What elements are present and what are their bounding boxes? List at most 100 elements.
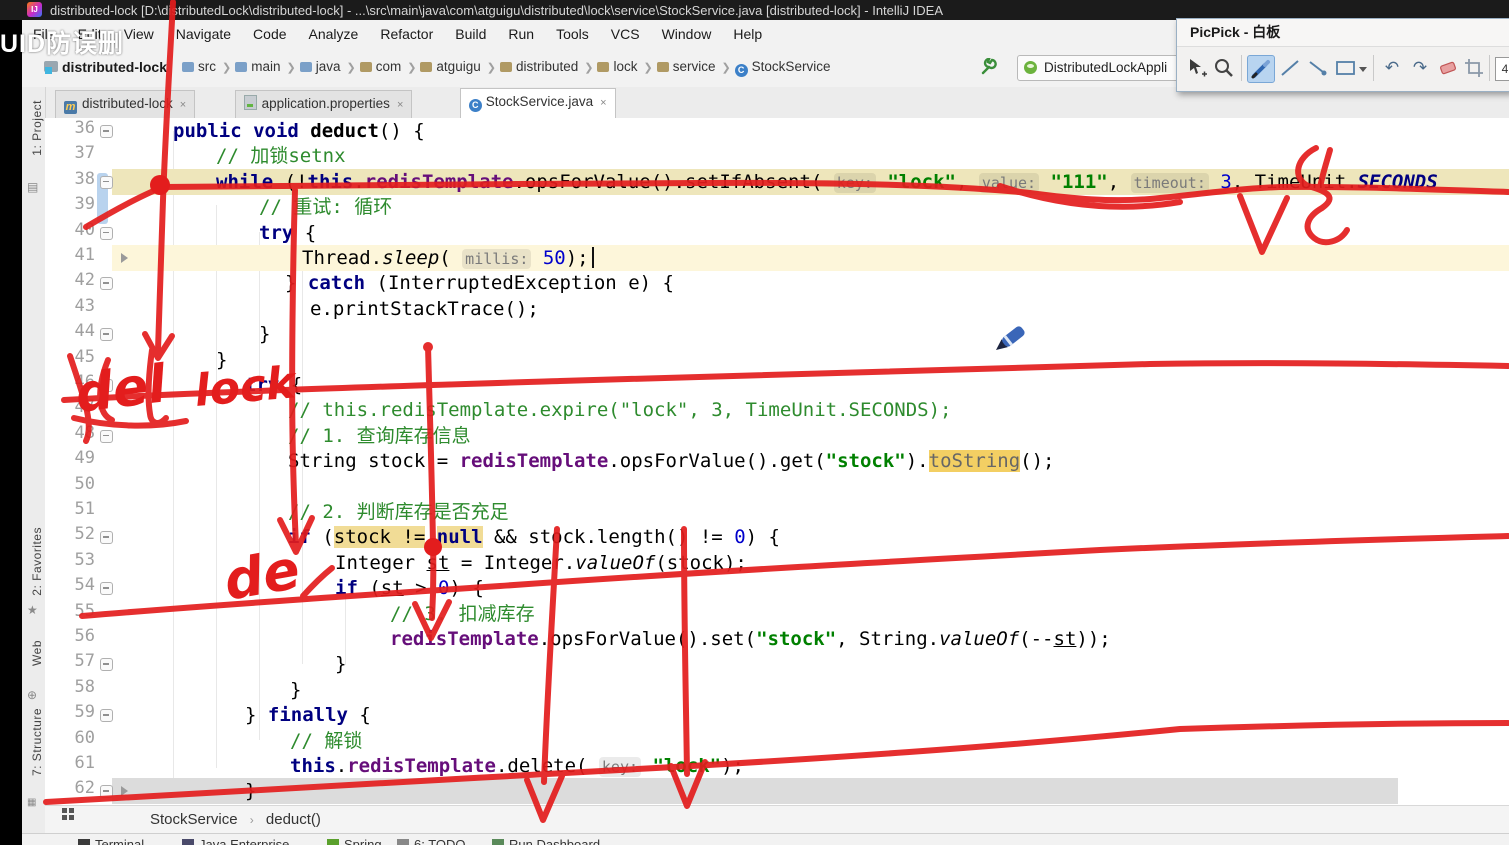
breadcrumb-item-service[interactable]: service ❯ (656, 59, 731, 74)
maven-module-icon: m (64, 101, 77, 114)
menu-window[interactable]: Window (651, 20, 723, 50)
menu-run[interactable]: Run (497, 20, 545, 50)
wrench-icon[interactable] (980, 57, 998, 81)
breadcrumb-item-atguigu[interactable]: atguigu ❯ (420, 59, 496, 74)
eraser-tool[interactable] (1435, 55, 1461, 81)
tab-StockService.java[interactable]: C StockService.java × (459, 88, 616, 118)
line-number: 62 (74, 778, 95, 799)
code-line-56: redisTemplate.opsForValue().set("stock",… (390, 628, 1111, 650)
code-editor[interactable]: public void deduct() {// 加锁setnx while (!… (45, 118, 1509, 805)
move-tool[interactable] (1183, 55, 1209, 81)
fold-marker-icon[interactable] (100, 658, 113, 672)
line-number: 39 (74, 194, 95, 215)
code-line-58: } (290, 678, 302, 701)
pen-size-value[interactable]: 4 (1495, 57, 1509, 81)
code-line-52: if (stock != null && stock.length() != 0… (288, 526, 780, 549)
tool-window-switcher-icon[interactable] (62, 808, 76, 822)
fold-marker-icon[interactable] (100, 531, 113, 545)
line-number: 38 (74, 168, 95, 189)
spring-boot-icon (1024, 61, 1037, 74)
menu-analyze[interactable]: Analyze (298, 20, 370, 50)
sidebar-item-project[interactable]: 1: Project (24, 100, 44, 156)
menu-vcs[interactable]: VCS (600, 20, 651, 50)
bottom-bar-java-enterprise[interactable]: Java Enterprise (182, 837, 289, 845)
fold-marker-icon[interactable] (100, 379, 113, 392)
chevron-right-icon: ❯ (222, 62, 232, 74)
tool-window-icon (397, 839, 409, 845)
line-number: 60 (74, 727, 95, 748)
sidebar-item-favorites[interactable]: 2: Favorites (24, 527, 44, 596)
sidebar-item-structure[interactable]: 7: Structure (24, 708, 44, 776)
fold-marker-icon[interactable] (100, 175, 113, 189)
fold-marker-icon[interactable] (100, 582, 113, 596)
breadcrumb-class[interactable]: StockService (150, 811, 238, 828)
menu-tools[interactable]: Tools (545, 20, 600, 50)
breadcrumb-item-main[interactable]: main ❯ (235, 59, 296, 74)
bottom-tool-window-bar: Terminal Java Enterprise Spring 6: TODO Run … (22, 833, 1509, 845)
bottom-bar-run-dashboard[interactable]: Run Dashboard (492, 837, 600, 845)
fold-arrow-icon[interactable] (121, 786, 128, 797)
code-line-45: } (216, 348, 228, 371)
line-number: 40 (74, 219, 95, 240)
menu-code[interactable]: Code (242, 20, 297, 50)
picpick-title[interactable]: PicPick - 白板 (1177, 19, 1509, 46)
breadcrumb-item-java[interactable]: java ❯ (299, 59, 356, 74)
indent-guide (173, 131, 174, 790)
line-number: 47 (74, 397, 95, 418)
line-tool[interactable] (1277, 55, 1303, 81)
redo-button[interactable]: ↷ (1407, 55, 1433, 81)
breadcrumb-item-distributed[interactable]: distributed ❯ (499, 59, 594, 74)
toolbar-separator (1489, 55, 1490, 81)
menu-build[interactable]: Build (444, 20, 497, 50)
pen-tool[interactable] (1247, 55, 1275, 83)
chevron-right-icon: › (249, 813, 254, 827)
breadcrumb-item-StockService[interactable]: C StockService (734, 59, 830, 77)
sidebar-item-web[interactable]: Web (24, 640, 44, 666)
tool-window-icon (327, 839, 339, 845)
code-line-43: e.printStackTrace(); (310, 297, 539, 320)
fold-marker-icon[interactable] (100, 328, 113, 342)
menu-refactor[interactable]: Refactor (369, 20, 444, 50)
fold-marker-icon[interactable] (100, 125, 113, 138)
arrow-tool[interactable] (1305, 55, 1331, 81)
tab-application.properties[interactable]: application.properties × (234, 90, 413, 118)
line-number: 55 (74, 600, 95, 621)
tab-distributed-lock[interactable]: m distributed-lock × (55, 90, 196, 118)
fold-marker-icon[interactable] (100, 226, 113, 240)
crop-tool[interactable] (1461, 55, 1487, 81)
close-tab-icon[interactable]: × (180, 99, 186, 111)
fold-arrow-icon[interactable] (121, 253, 128, 263)
breadcrumb-item-src[interactable]: src ❯ (182, 59, 231, 74)
text-caret (592, 247, 594, 268)
line-number: 59 (74, 702, 95, 723)
undo-button[interactable]: ↶ (1379, 55, 1405, 81)
fold-marker-icon[interactable] (100, 709, 113, 723)
close-tab-icon[interactable]: × (600, 97, 606, 109)
tool-window-icon (492, 839, 504, 845)
breadcrumb: src ❯ main ❯ java ❯ com ❯ atguigu ❯ distributed ❯ lo… (182, 59, 834, 77)
chevron-right-icon: ❯ (346, 62, 356, 74)
rectangle-tool[interactable] (1333, 55, 1359, 81)
fold-marker-icon[interactable] (100, 277, 113, 291)
breadcrumb-item-lock[interactable]: lock ❯ (597, 59, 653, 74)
code-line-54: if (st > 0) { (335, 577, 484, 600)
close-tab-icon[interactable]: × (397, 99, 403, 111)
menu-navigate[interactable]: Navigate (165, 20, 242, 50)
fold-marker-icon[interactable] (100, 785, 113, 799)
rectangle-dropdown-caret-icon[interactable] (1357, 55, 1369, 81)
zoom-tool[interactable] (1211, 55, 1237, 81)
fold-marker-icon[interactable] (100, 429, 113, 443)
bottom-bar-terminal[interactable]: Terminal (78, 837, 144, 845)
folder-icon (182, 62, 194, 72)
tool-window-icon (78, 839, 90, 845)
breadcrumb-item-com[interactable]: com ❯ (359, 59, 416, 74)
bottom-bar-spring[interactable]: Spring (327, 837, 382, 845)
line-number: 49 (74, 448, 95, 469)
bottom-bar-6-todo[interactable]: 6: TODO (397, 837, 466, 845)
breadcrumb-method[interactable]: deduct() (266, 811, 321, 828)
project-name[interactable]: distributed-lock (62, 59, 167, 75)
chevron-right-icon: ❯ (584, 62, 594, 74)
line-number: 37 (74, 143, 95, 164)
code-line-53: Integer st = Integer.valueOf(stock); (335, 551, 747, 574)
menu-help[interactable]: Help (722, 20, 773, 50)
